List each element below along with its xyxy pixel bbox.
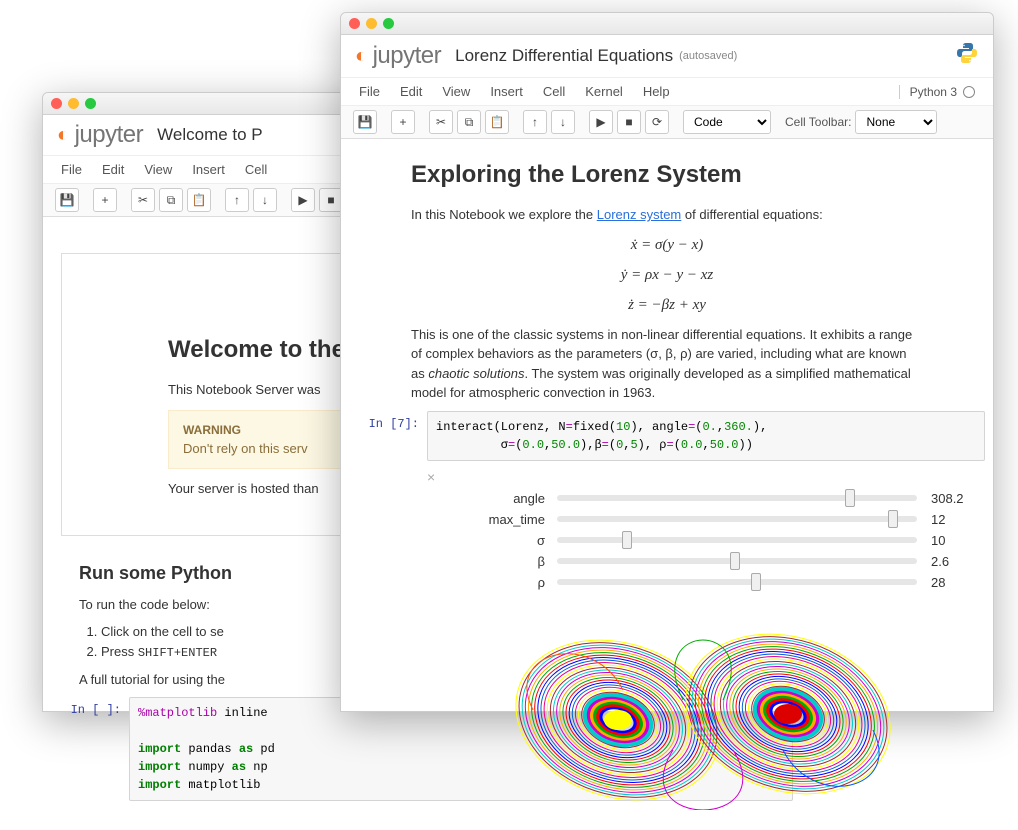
slider-row: angle 308.2 bbox=[467, 491, 979, 506]
code-input[interactable]: interact(Lorenz, N=fixed(10), angle=(0.,… bbox=[427, 411, 985, 461]
menu-edit[interactable]: Edit bbox=[400, 84, 422, 99]
jupyter-icon: ◐ bbox=[57, 124, 69, 147]
save-button[interactable]: 💾 bbox=[353, 110, 377, 134]
kernel-indicator: Python 3 bbox=[899, 85, 975, 99]
move-down-button[interactable]: ↓ bbox=[551, 110, 575, 134]
paste-button[interactable]: 📋 bbox=[485, 110, 509, 134]
menu-view[interactable]: View bbox=[144, 162, 172, 177]
widget-sliders: angle 308.2 max_time 12 σ 10 β 2.6 ρ 28 bbox=[467, 491, 979, 590]
jupyter-logo: ◐ jupyter bbox=[355, 42, 441, 70]
close-traffic-light[interactable] bbox=[51, 98, 62, 109]
description-paragraph: This is one of the classic systems in no… bbox=[411, 325, 923, 403]
minimize-traffic-light[interactable] bbox=[68, 98, 79, 109]
jupyter-logo: ◐ jupyter bbox=[57, 121, 143, 149]
slider-label: σ bbox=[467, 533, 557, 548]
input-prompt: In [ ]: bbox=[51, 697, 129, 801]
slider-row: ρ 28 bbox=[467, 575, 979, 590]
move-up-button[interactable]: ↑ bbox=[225, 188, 249, 212]
cut-button[interactable]: ✂ bbox=[131, 188, 155, 212]
minimize-traffic-light[interactable] bbox=[366, 18, 377, 29]
menu-edit[interactable]: Edit bbox=[102, 162, 124, 177]
paste-button[interactable]: 📋 bbox=[187, 188, 211, 212]
page-title: Exploring the Lorenz System bbox=[411, 157, 923, 193]
slider-label: ρ bbox=[467, 575, 557, 590]
slider-track[interactable] bbox=[557, 537, 917, 543]
widget-close-icon[interactable]: × bbox=[427, 467, 979, 485]
save-button[interactable]: 💾 bbox=[55, 188, 79, 212]
slider-thumb[interactable] bbox=[622, 531, 632, 549]
input-prompt: In [7]: bbox=[349, 411, 427, 461]
add-cell-button[interactable]: + bbox=[391, 110, 415, 134]
stop-button[interactable]: ■ bbox=[617, 110, 641, 134]
intro-paragraph: In this Notebook we explore the Lorenz s… bbox=[411, 205, 923, 225]
slider-value: 308.2 bbox=[931, 491, 979, 506]
slider-value: 10 bbox=[931, 533, 979, 548]
lorenz-attractor-plot bbox=[473, 600, 933, 810]
autosaved-label: (autosaved) bbox=[679, 50, 737, 62]
menu-help[interactable]: Help bbox=[643, 84, 670, 99]
add-cell-button[interactable]: + bbox=[93, 188, 117, 212]
code-cell[interactable]: In [7]: interact(Lorenz, N=fixed(10), an… bbox=[349, 411, 985, 461]
slider-thumb[interactable] bbox=[730, 552, 740, 570]
menu-cell[interactable]: Cell bbox=[543, 84, 565, 99]
foreground-window: ◐ jupyter Lorenz Differential Equations … bbox=[340, 12, 994, 712]
copy-button[interactable]: ⧉ bbox=[457, 110, 481, 134]
zoom-traffic-light[interactable] bbox=[383, 18, 394, 29]
notebook-title[interactable]: Lorenz Differential Equations bbox=[455, 46, 673, 66]
slider-track[interactable] bbox=[557, 495, 917, 501]
slider-value: 28 bbox=[931, 575, 979, 590]
menu-insert[interactable]: Insert bbox=[192, 162, 225, 177]
cell-toolbar-select[interactable]: None bbox=[855, 110, 937, 134]
move-down-button[interactable]: ↓ bbox=[253, 188, 277, 212]
menu-cell[interactable]: Cell bbox=[245, 162, 267, 177]
close-traffic-light[interactable] bbox=[349, 18, 360, 29]
restart-button[interactable]: ⟳ bbox=[645, 110, 669, 134]
lorenz-link[interactable]: Lorenz system bbox=[597, 207, 682, 222]
slider-value: 12 bbox=[931, 512, 979, 527]
logo-text: jupyter bbox=[75, 121, 144, 149]
menu-view[interactable]: View bbox=[442, 84, 470, 99]
slider-label: max_time bbox=[467, 512, 557, 527]
kernel-status-icon bbox=[963, 86, 975, 98]
cell-type-select[interactable]: Code bbox=[683, 110, 771, 134]
cell-output: × angle 308.2 max_time 12 σ 10 β 2.6 ρ 28 bbox=[427, 467, 979, 810]
menubar: File Edit View Insert Cell Kernel Help P… bbox=[341, 78, 993, 106]
run-button[interactable]: ▶ bbox=[291, 188, 315, 212]
slider-row: max_time 12 bbox=[467, 512, 979, 527]
toolbar: 💾 + ✂ ⧉ 📋 ↑ ↓ ▶ ■ ⟳ Code Cell Toolbar: N… bbox=[341, 106, 993, 139]
slider-label: angle bbox=[467, 491, 557, 506]
move-up-button[interactable]: ↑ bbox=[523, 110, 547, 134]
equation-3: ż = −βz + xy bbox=[411, 293, 923, 317]
menu-insert[interactable]: Insert bbox=[490, 84, 523, 99]
slider-row: σ 10 bbox=[467, 533, 979, 548]
jupyter-icon: ◐ bbox=[355, 45, 367, 68]
zoom-traffic-light[interactable] bbox=[85, 98, 96, 109]
slider-row: β 2.6 bbox=[467, 554, 979, 569]
slider-thumb[interactable] bbox=[845, 489, 855, 507]
python-icon bbox=[955, 41, 979, 71]
menu-file[interactable]: File bbox=[359, 84, 380, 99]
slider-value: 2.6 bbox=[931, 554, 979, 569]
logo-text: jupyter bbox=[373, 42, 442, 70]
titlebar bbox=[341, 13, 993, 35]
slider-track[interactable] bbox=[557, 558, 917, 564]
copy-button[interactable]: ⧉ bbox=[159, 188, 183, 212]
slider-track[interactable] bbox=[557, 579, 917, 585]
notebook-content: Exploring the Lorenz System In this Note… bbox=[341, 139, 993, 830]
slider-thumb[interactable] bbox=[751, 573, 761, 591]
equation-2: ẏ = ρx − y − xz bbox=[411, 263, 923, 287]
run-button[interactable]: ▶ bbox=[589, 110, 613, 134]
menu-file[interactable]: File bbox=[61, 162, 82, 177]
menu-kernel[interactable]: Kernel bbox=[585, 84, 623, 99]
notebook-title[interactable]: Welcome to P bbox=[157, 125, 263, 145]
slider-track[interactable] bbox=[557, 516, 917, 522]
cut-button[interactable]: ✂ bbox=[429, 110, 453, 134]
notebook-header: ◐ jupyter Lorenz Differential Equations … bbox=[341, 35, 993, 78]
slider-thumb[interactable] bbox=[888, 510, 898, 528]
kernel-name: Python 3 bbox=[910, 85, 957, 99]
slider-label: β bbox=[467, 554, 557, 569]
cell-toolbar-label: Cell Toolbar: bbox=[785, 115, 851, 129]
equation-1: ẋ = σ(y − x) bbox=[411, 233, 923, 257]
